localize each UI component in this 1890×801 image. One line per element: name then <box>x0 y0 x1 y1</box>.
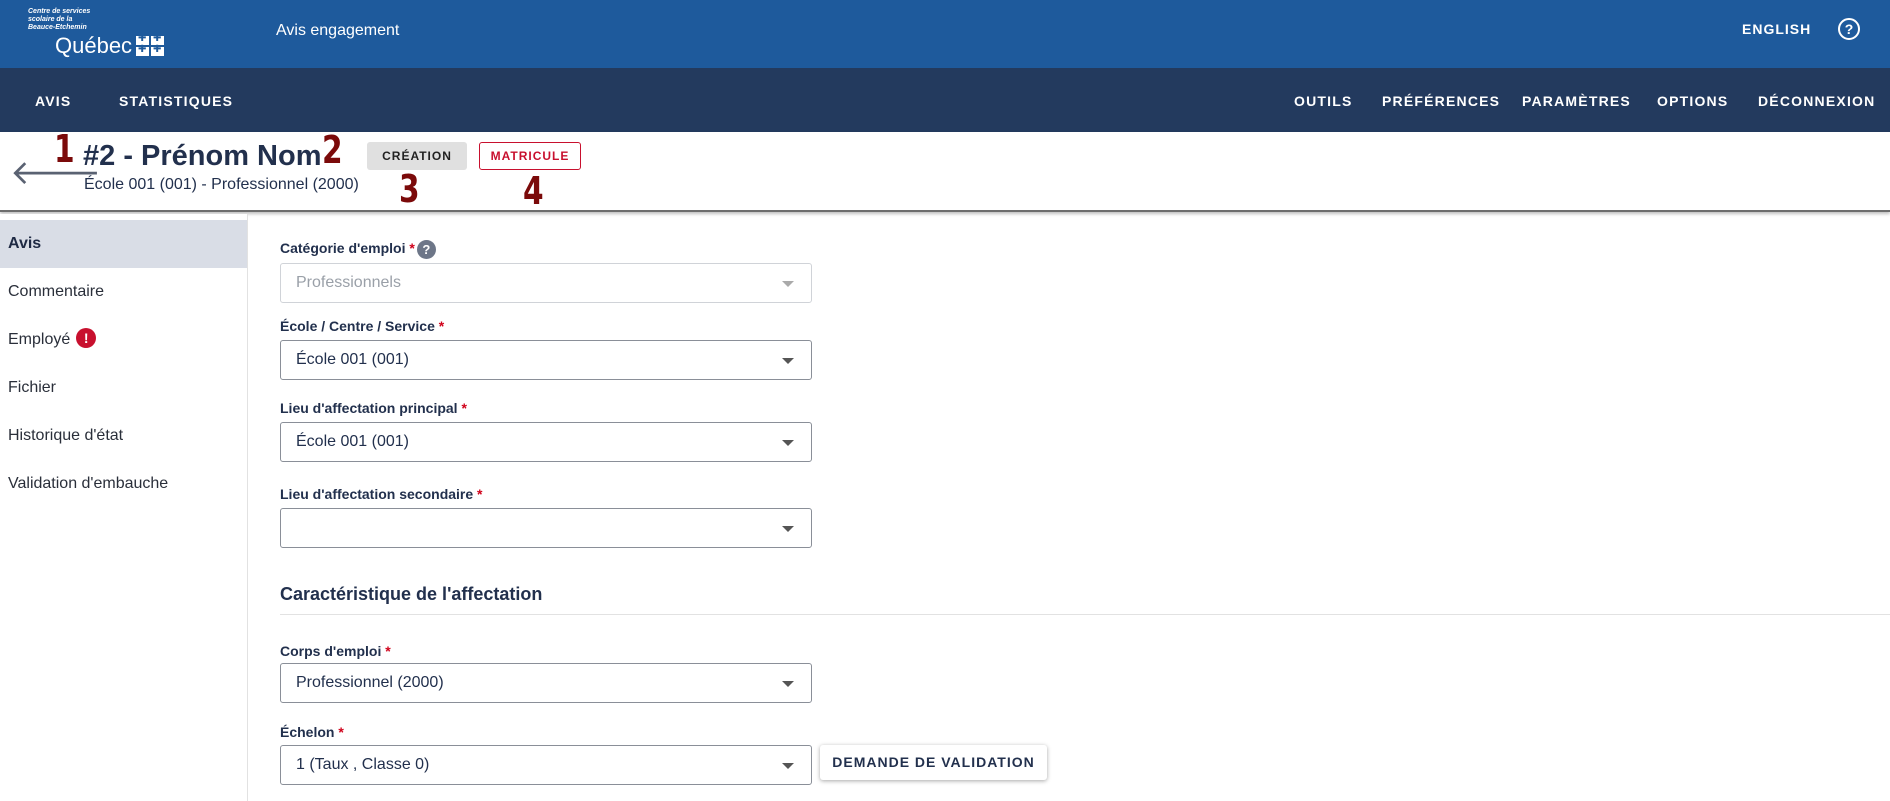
echelon-label: Échelon * <box>280 724 344 740</box>
required-mark: * <box>438 318 445 334</box>
matricule-button[interactable]: MATRICULE <box>479 142 581 170</box>
lieu-secondaire-label: Lieu d'affectation secondaire * <box>280 486 483 502</box>
chevron-down-icon <box>782 358 794 364</box>
annotation-3: 3 <box>399 167 420 211</box>
logo-organization-text: Centre de services scolaire de la Beauce… <box>28 8 91 31</box>
nav-preferences[interactable]: PRÉFÉRENCES <box>1382 93 1500 109</box>
page-title: #2 - Prénom Nom <box>83 140 322 172</box>
ecole-select[interactable]: École 001 (001) <box>280 340 812 380</box>
sidebar-item-validation[interactable]: Validation d'embauche <box>0 460 247 508</box>
nav-outils[interactable]: OUTILS <box>1294 93 1353 109</box>
record-header: 🡐 #2 - Prénom Nom École 001 (001) - Prof… <box>0 132 1890 212</box>
required-mark: * <box>385 643 391 659</box>
echelon-select[interactable]: 1 (Taux , Classe 0) <box>280 745 812 785</box>
corps-select[interactable]: Professionnel (2000) <box>280 663 812 703</box>
categorie-label: Catégorie d'emploi *? <box>280 240 436 259</box>
categorie-select: Professionnels <box>280 263 812 303</box>
sidebar-item-fichier[interactable]: Fichier <box>0 364 247 412</box>
sidebar: Avis Commentaire Employé! Fichier Histor… <box>0 214 248 801</box>
sidebar-item-label: Employé <box>8 331 71 348</box>
main-form: Catégorie d'emploi *? Professionnels Éco… <box>248 214 1890 801</box>
nav-parametres[interactable]: PARAMÈTRES <box>1522 93 1631 109</box>
section-title: Caractéristique de l'affectation <box>280 584 543 604</box>
required-mark: * <box>477 486 483 502</box>
lieu-secondaire-select[interactable] <box>280 508 812 548</box>
chevron-down-icon <box>782 281 794 287</box>
corps-label: Corps d'emploi * <box>280 643 391 659</box>
sidebar-item-historique[interactable]: Historique d'état <box>0 412 247 460</box>
sidebar-item-avis[interactable]: Avis <box>0 220 247 268</box>
chevron-down-icon <box>782 681 794 687</box>
quebec-logo[interactable]: Centre de services scolaire de la Beauce… <box>28 8 178 60</box>
sidebar-item-employe[interactable]: Employé! <box>0 316 247 364</box>
fleur-de-lis-flag-icon <box>136 33 166 56</box>
lieu-principal-select[interactable]: École 001 (001) <box>280 422 812 462</box>
sidebar-item-commentaire[interactable]: Commentaire <box>0 268 247 316</box>
top-bar: Centre de services scolaire de la Beauce… <box>0 0 1890 68</box>
nav-statistiques[interactable]: STATISTIQUES <box>119 93 233 109</box>
section-divider <box>280 614 1890 615</box>
logo-quebec-text: Québec <box>55 33 133 58</box>
nav-avis[interactable]: AVIS <box>35 93 71 109</box>
annotation-4: 4 <box>523 169 544 213</box>
chevron-down-icon <box>782 440 794 446</box>
nav-options[interactable]: OPTIONS <box>1657 93 1728 109</box>
alert-icon: ! <box>76 328 97 349</box>
main-nav: AVIS STATISTIQUES OUTILS PRÉFÉRENCES PAR… <box>0 68 1890 132</box>
lieu-principal-label: Lieu d'affectation principal * <box>280 400 467 416</box>
page-subtitle: École 001 (001) - Professionnel (2000) <box>84 176 359 193</box>
required-mark: * <box>338 724 344 740</box>
required-mark: * <box>461 400 467 416</box>
status-badge-creation: CRÉATION <box>367 142 467 170</box>
app-title: Avis engagement <box>276 22 400 39</box>
required-mark: * <box>409 240 415 257</box>
ecole-label: École / Centre / Service * <box>280 318 445 334</box>
annotation-1: 1 <box>54 127 75 171</box>
annotation-2: 2 <box>322 128 343 172</box>
help-icon[interactable]: ? <box>416 240 436 259</box>
chevron-down-icon <box>782 526 794 532</box>
chevron-down-icon <box>782 763 794 769</box>
demande-validation-button[interactable]: DEMANDE DE VALIDATION <box>820 745 1047 780</box>
help-circle-icon[interactable]: ? <box>1838 18 1860 40</box>
language-toggle-link[interactable]: ENGLISH <box>1742 21 1811 37</box>
nav-deconnexion[interactable]: DÉCONNEXION <box>1758 93 1875 109</box>
